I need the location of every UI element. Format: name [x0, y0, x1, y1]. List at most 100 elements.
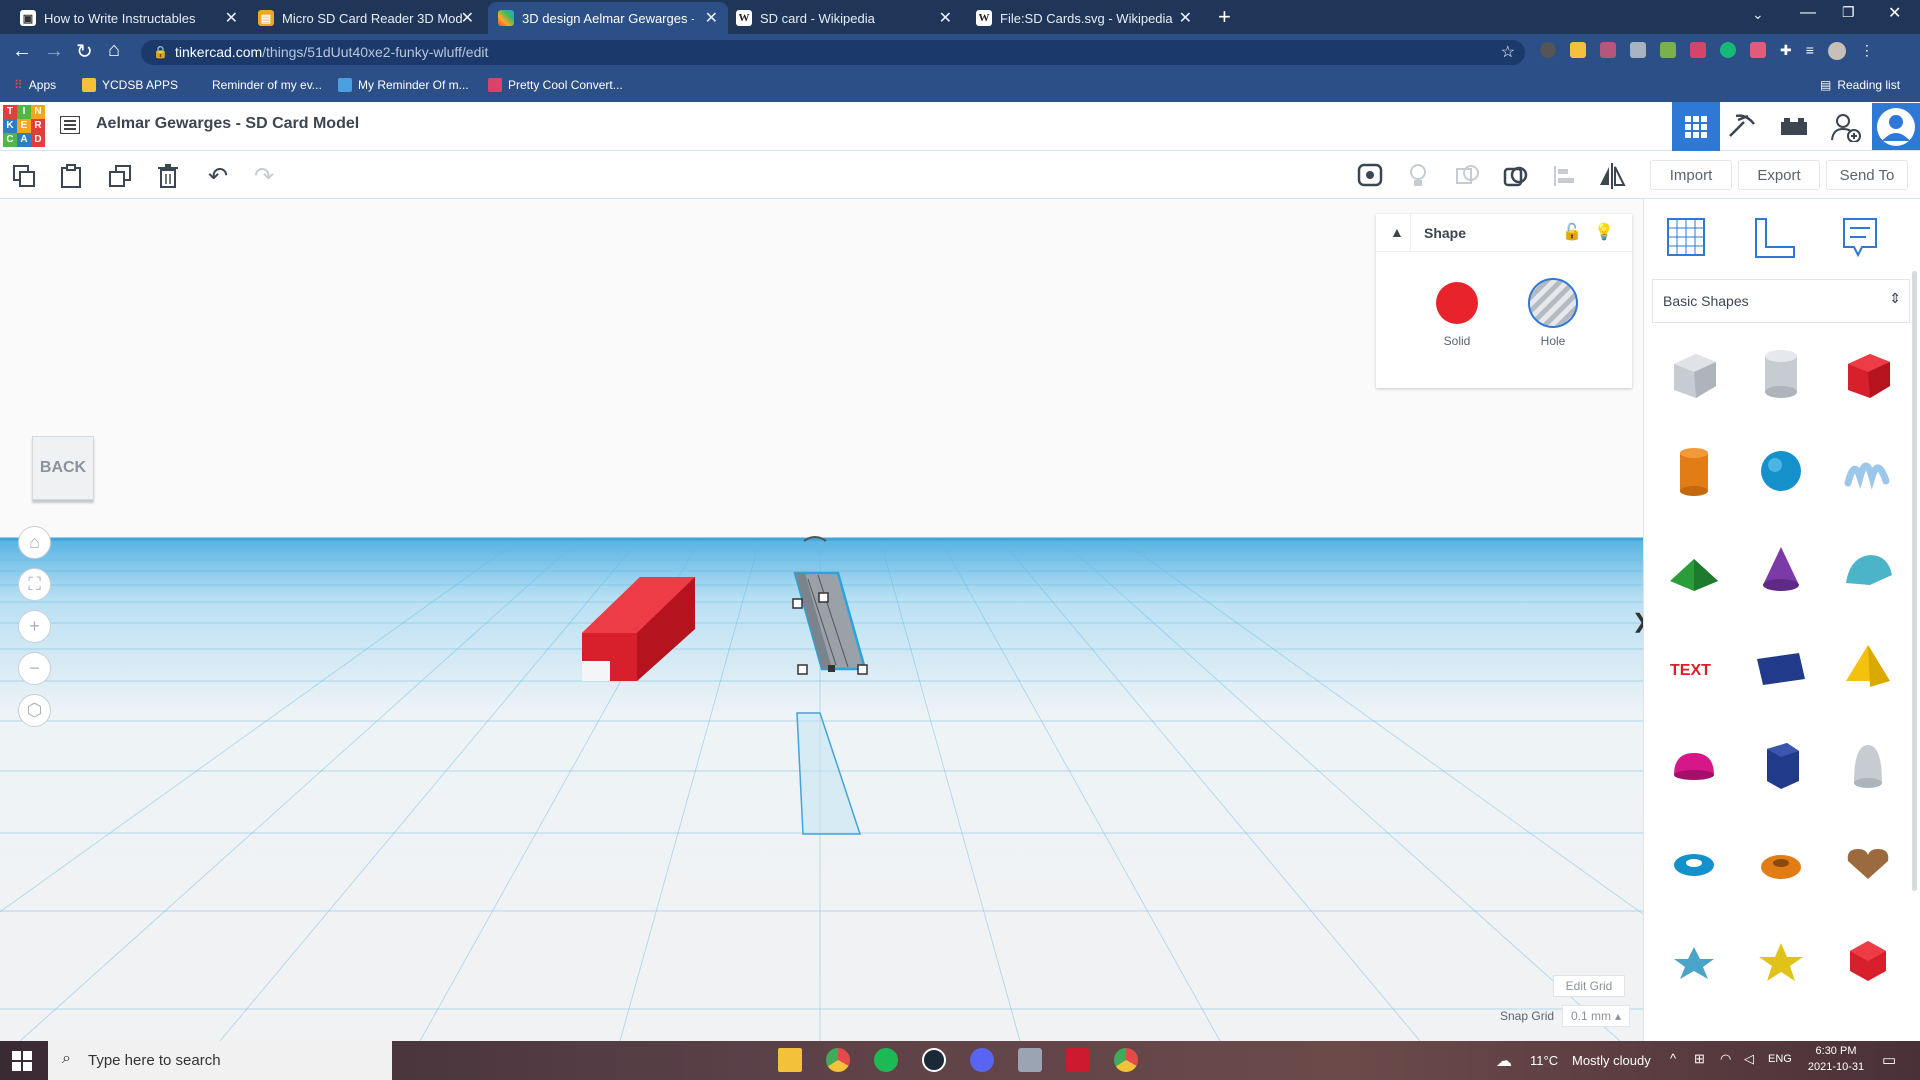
paste-button[interactable]	[55, 160, 87, 192]
spotify-icon[interactable]	[874, 1048, 898, 1072]
extension-icon[interactable]	[1660, 42, 1676, 58]
bookmark-my-reminder[interactable]: My Reminder Of m...	[338, 78, 469, 92]
extension-icon[interactable]	[1540, 42, 1556, 58]
polygon-shape[interactable]	[1751, 735, 1811, 795]
close-window-icon[interactable]: ✕	[1888, 3, 1901, 23]
tab-sd-card-wikipedia[interactable]: W SD card - Wikipedia ✕	[736, 2, 952, 34]
bricks-view-button[interactable]	[1780, 116, 1808, 141]
round-roof-shape[interactable]	[1838, 539, 1898, 599]
ungroup-button[interactable]	[1500, 160, 1532, 192]
snap-grid-select[interactable]: 0.1 mm ▴	[1562, 1005, 1630, 1027]
lock-shape-icon[interactable]: 🔓	[1562, 222, 1582, 242]
clock-time[interactable]: 6:30 PM	[1806, 1045, 1866, 1057]
blocks-view-button[interactable]	[1726, 112, 1758, 145]
tab-tinkercad[interactable]: 3D design Aelmar Gewarges - SD ✕	[488, 2, 728, 34]
wifi-icon[interactable]: ◠	[1720, 1051, 1731, 1067]
sphere-shape[interactable]	[1751, 441, 1811, 501]
weather-text[interactable]: Mostly cloudy	[1572, 1053, 1651, 1068]
extension-icon[interactable]	[1630, 42, 1646, 58]
chrome-profile-icon[interactable]	[1114, 1048, 1138, 1072]
home-view-icon[interactable]: ⌂	[18, 526, 51, 559]
pyramid-shape[interactable]	[1838, 637, 1898, 697]
light-bulb-button[interactable]	[1402, 160, 1434, 192]
language-indicator[interactable]: ENG	[1768, 1053, 1792, 1065]
roof-shape[interactable]	[1664, 539, 1724, 599]
profile-avatar[interactable]	[1827, 42, 1846, 60]
puzzle-icon[interactable]: ✚	[1780, 42, 1792, 62]
half-sphere-shape[interactable]	[1664, 735, 1724, 795]
reading-list[interactable]: ▤ Reading list	[1820, 78, 1900, 92]
clock-date[interactable]: 2021-10-31	[1800, 1061, 1872, 1073]
app-icon[interactable]	[1018, 1048, 1042, 1072]
tube-shape[interactable]	[1751, 833, 1811, 893]
chrome-icon[interactable]	[826, 1048, 850, 1072]
tab-search-icon[interactable]: ⌄	[1752, 6, 1764, 23]
weather-temp[interactable]: 11°C	[1530, 1053, 1558, 1068]
restore-icon[interactable]: ❐	[1842, 4, 1855, 21]
redo-icon[interactable]: ↷	[248, 160, 280, 192]
scribble-shape[interactable]	[1838, 441, 1898, 501]
mirror-button[interactable]	[1596, 160, 1628, 192]
bookmark-star-icon[interactable]: ☆	[1501, 40, 1515, 65]
show-all-button[interactable]	[1354, 160, 1386, 192]
cylinder-shape[interactable]	[1664, 441, 1724, 501]
tab-sd-cards-svg[interactable]: W File:SD Cards.svg - Wikipedia ✕	[976, 2, 1192, 34]
forward-icon[interactable]: →	[44, 40, 64, 63]
tinkercad-logo[interactable]: T I N K E R C A D	[3, 105, 45, 147]
discord-icon[interactable]	[970, 1048, 994, 1072]
box-shape[interactable]	[1838, 344, 1898, 404]
icosahedron-shape[interactable]	[1838, 931, 1898, 991]
close-tab-icon[interactable]: ✕	[1179, 8, 1192, 28]
design-list-icon[interactable]	[59, 115, 81, 135]
ruler-tool[interactable]	[1752, 215, 1796, 264]
reading-queue-icon[interactable]: ≡	[1806, 42, 1814, 62]
edit-grid-button[interactable]: Edit Grid	[1553, 975, 1625, 997]
notes-tool[interactable]	[1840, 215, 1880, 264]
design-title[interactable]: Aelmar Gewarges - SD Card Model	[96, 115, 359, 133]
back-icon[interactable]: ←	[12, 40, 32, 63]
tab-grabcad[interactable]: ▤ Micro SD Card Reader 3D Model ✕	[258, 2, 474, 34]
amd-icon[interactable]	[1066, 1048, 1090, 1072]
shape-category-select[interactable]: Basic Shapes ⇕	[1652, 279, 1910, 323]
back-button[interactable]: BACK	[32, 436, 94, 500]
tray-chevron-icon[interactable]: ^	[1670, 1051, 1676, 1066]
extension-icon[interactable]	[1570, 42, 1586, 58]
reload-icon[interactable]: ↻	[76, 39, 93, 64]
orthographic-icon[interactable]: ⬡	[18, 694, 51, 727]
grammarly-icon[interactable]	[1720, 42, 1736, 58]
copy-button[interactable]	[8, 160, 40, 192]
duplicate-button[interactable]	[104, 160, 136, 192]
solid-color-swatch[interactable]	[1436, 282, 1478, 324]
group-button[interactable]	[1452, 160, 1484, 192]
minimize-icon[interactable]: —	[1800, 4, 1816, 22]
send-to-button[interactable]: Send To	[1826, 160, 1908, 190]
bookmark-apps[interactable]: ⠿ Apps	[14, 78, 56, 92]
cone-shape[interactable]	[1751, 539, 1811, 599]
extension-icon[interactable]	[1600, 42, 1616, 58]
paraboloid-shape[interactable]	[1838, 735, 1898, 795]
star-gold-shape[interactable]	[1751, 931, 1811, 991]
extension-icon[interactable]	[1690, 42, 1706, 58]
close-tab-icon[interactable]: ✕	[461, 8, 474, 28]
import-button[interactable]: Import	[1650, 160, 1732, 190]
tab-instructables[interactable]: ▣ How to Write Instructables ✕	[20, 2, 238, 34]
workplane-tool[interactable]	[1664, 215, 1708, 264]
heart-shape[interactable]	[1838, 833, 1898, 893]
collapse-inspector-icon[interactable]: ▲	[1390, 224, 1404, 240]
more-menu-icon[interactable]: ⋮	[1860, 42, 1874, 62]
panel-collapse-icon[interactable]: ❯	[1632, 609, 1643, 637]
zoom-out-icon[interactable]: −	[18, 652, 51, 685]
invite-user-button[interactable]	[1830, 112, 1862, 147]
close-tab-icon[interactable]: ✕	[705, 8, 718, 28]
home-icon[interactable]: ⌂	[108, 39, 120, 62]
user-avatar[interactable]	[1872, 103, 1920, 150]
undo-icon[interactable]: ↶	[202, 160, 234, 192]
volume-icon[interactable]: ◁	[1744, 1051, 1754, 1067]
close-tab-icon[interactable]: ✕	[939, 8, 952, 28]
file-explorer-icon[interactable]	[778, 1048, 802, 1072]
wedge-shape[interactable]	[1751, 637, 1811, 697]
extension-icon[interactable]	[1750, 42, 1766, 58]
tray-app-icon[interactable]: ⊞	[1694, 1051, 1705, 1067]
align-button[interactable]	[1548, 160, 1580, 192]
address-bar[interactable]: 🔒 tinkercad.com/things/51dUut40xe2-funky…	[141, 40, 1525, 65]
